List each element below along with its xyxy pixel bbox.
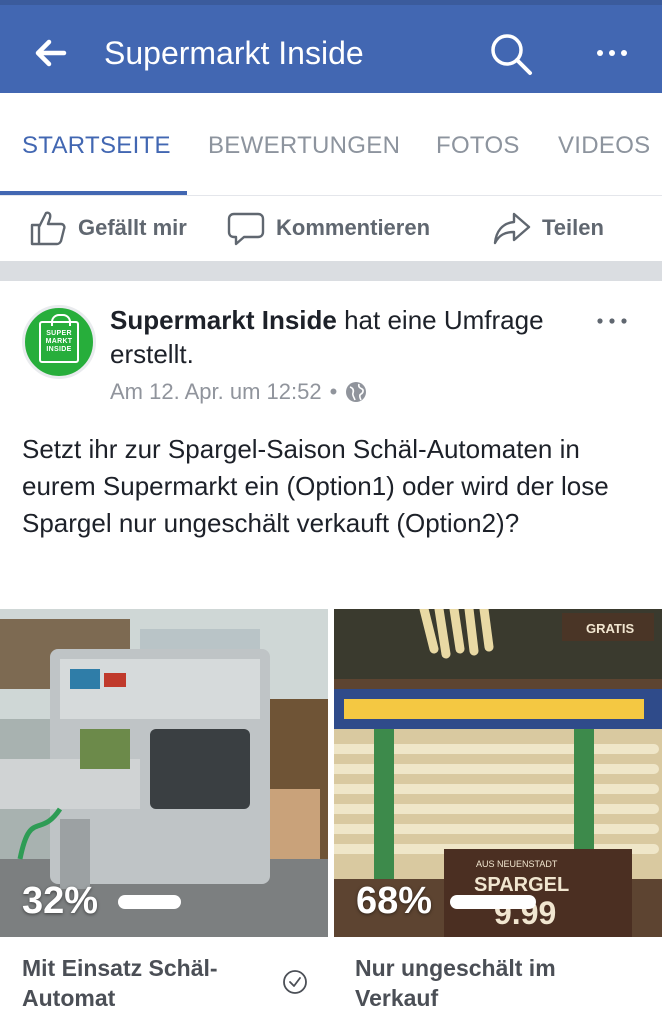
- comment-label: Kommentieren: [276, 215, 431, 240]
- more-dots-icon[interactable]: [594, 35, 630, 71]
- poll-option-2-bar-track: [450, 895, 576, 909]
- tab-fotos[interactable]: FOTOS: [436, 131, 520, 161]
- poll-option-2-image[interactable]: GRATIS AUS NEUENSTADT SPARGEL 9.99 68%: [334, 609, 662, 937]
- comment-icon: [227, 212, 265, 246]
- share-label: Teilen: [542, 215, 604, 240]
- check-circle-icon[interactable]: [282, 969, 308, 995]
- poll-option-2-bar: [450, 895, 536, 909]
- page-tabs: STARTSEITE BEWERTUNGEN FOTOS VIDEOS: [0, 93, 662, 195]
- page-title: Supermarkt Inside: [104, 35, 364, 71]
- svg-text:AUS NEUENSTADT: AUS NEUENSTADT: [476, 859, 558, 869]
- svg-text:GRATIS: GRATIS: [586, 621, 634, 636]
- arrow-left-icon[interactable]: [30, 33, 70, 73]
- section-divider: [0, 261, 662, 281]
- like-button[interactable]: Gefällt mir: [28, 204, 187, 252]
- globe-icon: [346, 382, 367, 402]
- tab-videos[interactable]: VIDEOS: [558, 131, 651, 161]
- page-action-bar: Gefällt mir Kommentieren Teilen: [0, 195, 662, 261]
- avatar[interactable]: SUPER MARKT INSIDE: [22, 305, 96, 379]
- post-text: Setzt ihr zur Spargel-Saison Schäl-Autom…: [22, 434, 609, 538]
- comment-button[interactable]: Kommentieren: [226, 204, 430, 252]
- poll-option-1-bar-track: [118, 895, 314, 909]
- poll-option-1-image[interactable]: 32%: [0, 609, 328, 937]
- svg-text:SPARGEL: SPARGEL: [474, 874, 569, 896]
- poll-post: SUPER MARKT INSIDE Supermarkt Inside hat…: [0, 281, 662, 1024]
- poll-option-1-bar: [118, 895, 181, 909]
- app-header: Supermarkt Inside: [0, 0, 662, 93]
- poll-option-1-label[interactable]: Mit Einsatz Schäl-Automat: [22, 953, 272, 1013]
- poll-option-2-percent: 68%: [356, 880, 433, 922]
- poll-option-2-label[interactable]: Nur ungeschält im Verkauf: [355, 953, 645, 1013]
- thumbs-up-icon: [30, 211, 66, 246]
- more-dots-icon[interactable]: [594, 311, 630, 331]
- like-label: Gefällt mir: [78, 215, 187, 240]
- tab-startseite[interactable]: STARTSEITE: [22, 131, 171, 161]
- poll-option-1-percent: 32%: [22, 880, 99, 922]
- author-name[interactable]: Supermarkt Inside: [110, 305, 337, 335]
- post-timestamp[interactable]: Am 12. Apr. um 12:52: [110, 379, 322, 405]
- share-button[interactable]: Teilen: [492, 204, 604, 252]
- shopping-bag-logo: SUPER MARKT INSIDE: [39, 314, 79, 363]
- post-meta: Am 12. Apr. um 12:52 •: [110, 379, 367, 405]
- post-header: Supermarkt Inside hat eine Umfrage erste…: [110, 303, 580, 371]
- search-icon[interactable]: [488, 31, 534, 77]
- meta-separator: •: [329, 379, 338, 404]
- share-icon: [493, 212, 531, 245]
- tab-bewertungen[interactable]: BEWERTUNGEN: [208, 131, 400, 161]
